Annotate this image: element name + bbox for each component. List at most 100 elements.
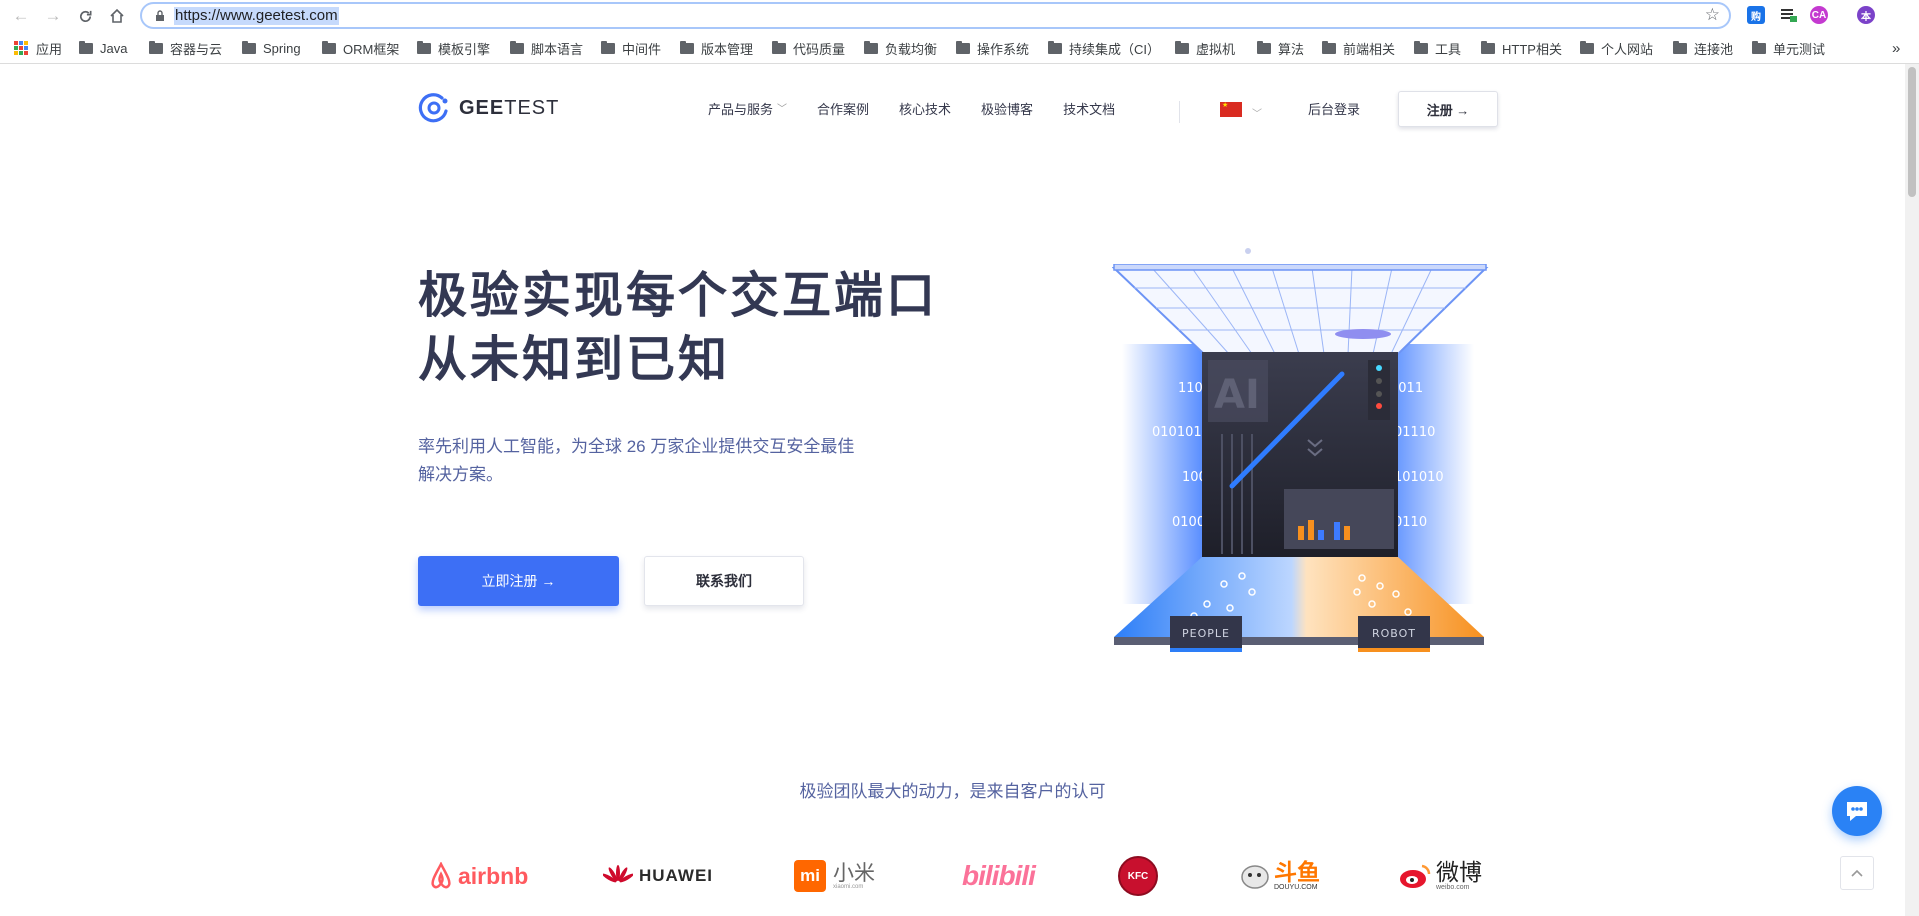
chevron-down-icon: ﹀ [777,104,788,115]
nav-products[interactable]: 产品与服务 ﹀ [708,100,787,120]
bookmarks-bar: 应用 Java 容器与云 Spring ORM框架 模板引擎 脚本语言 中间件 … [0,35,1919,61]
address-bar[interactable]: https://www.geetest.com ☆ [140,2,1731,29]
douyu-logo: 斗鱼 DOUYU.COM [1238,854,1320,898]
extension-list-icon[interactable] [1780,6,1798,24]
chevron-down-icon[interactable]: ﹀ [1252,105,1262,120]
folder-icon [956,40,970,54]
folder-icon [1322,40,1336,54]
register-button[interactable]: 注册 → [1398,91,1498,127]
bookmark-folder[interactable]: 操作系统 [956,39,1029,57]
folder-icon [510,40,524,54]
nav-cases[interactable]: 合作案例 [817,100,869,120]
nav-label: 产品与服务 [708,102,774,117]
bookmark-folder[interactable]: 前端相关 [1322,39,1395,57]
forward-icon[interactable]: → [42,5,64,27]
register-now-button[interactable]: 立即注册 → [418,556,619,606]
bookmark-folder[interactable]: ORM框架 [322,39,399,57]
folder-icon [772,40,786,54]
chevron-up-icon [1851,869,1863,877]
bookmark-folder[interactable]: 代码质量 [772,39,845,57]
bookmark-folder[interactable]: 虚拟机 [1175,39,1235,57]
bookmark-folder[interactable]: Spring [242,39,301,57]
bookmark-folder[interactable]: 脚本语言 [510,39,583,57]
nav-label: 极验博客 [981,102,1034,117]
bookmark-label: 前端相关 [1343,41,1396,57]
bookmark-label: 连接池 [1694,41,1734,57]
logo-wordmark: GEETEST [459,97,559,120]
chat-bubble-icon [1847,802,1867,821]
bookmark-folder[interactable]: 连接池 [1673,39,1733,57]
logo-bold-text: GEE [459,96,505,119]
bookmark-label: 算法 [1278,41,1305,57]
ceiling-edge [1113,264,1487,271]
geetest-logo[interactable]: GEETEST [418,92,559,124]
bookmark-folder[interactable]: 版本管理 [680,39,753,57]
folder-icon [1414,40,1428,54]
bookmark-folder[interactable]: 持续集成（CI） [1048,39,1160,57]
folder-icon [149,40,163,54]
binary-left-text: 0101010 [1152,425,1210,440]
folder-icon [601,40,615,54]
back-icon[interactable]: ← [10,5,32,27]
weibo-wordmark: 微博 [1436,859,1482,885]
nav-core-tech[interactable]: 核心技术 [899,100,951,120]
bookmarks-overflow-button[interactable]: » [1892,39,1900,57]
bookmark-folder[interactable]: 单元测试 [1752,39,1825,57]
home-icon[interactable] [106,5,128,27]
contact-us-button[interactable]: 联系我们 [644,556,804,606]
bookmark-label: 中间件 [622,41,662,57]
bookmark-folder[interactable]: 工具 [1414,39,1461,57]
chat-support-button[interactable] [1832,786,1882,836]
bookmark-folder[interactable]: Java [79,39,127,57]
bookmark-folder[interactable]: 容器与云 [149,39,222,57]
extension-shopping-icon[interactable]: 购 [1747,6,1765,24]
reload-icon[interactable] [74,5,96,27]
douyu-wordmark: 斗鱼 [1274,859,1320,885]
nav-docs[interactable]: 技术文档 [1063,100,1115,120]
bookmark-star-icon[interactable]: ☆ [1705,5,1720,25]
folder-icon [242,40,256,54]
china-flag-icon[interactable] [1220,101,1242,117]
folder-icon [1580,40,1594,54]
page-scrollbar[interactable] [1905,64,1919,916]
kfc-logo: KFC [1118,854,1158,898]
kfc-icon: KFC [1118,856,1158,896]
bookmark-folder[interactable]: 中间件 [601,39,661,57]
profile-avatar[interactable]: 本 [1857,6,1875,24]
folder-icon [79,40,93,54]
folder-icon [1175,40,1189,54]
admin-login-link[interactable]: 后台登录 [1308,100,1360,120]
weibo-domain: weibo.com [1436,884,1470,891]
scrollbar-thumb[interactable] [1908,67,1916,197]
hero-subtitle: 率先利用人工智能，为全球 26 万家企业提供交互安全最佳解决方案。 [418,437,855,484]
customer-logos: airbnb HUAWEI mi 小米 xiaomi.com bilibili … [418,854,1498,898]
lock-icon [156,10,164,21]
bookmark-folder[interactable]: 负载均衡 [864,39,937,57]
bookmark-label: Spring [263,40,301,56]
url-text[interactable]: https://www.geetest.com [174,7,339,25]
airbnb-icon [431,862,451,889]
nav-blog[interactable]: 极验博客 [981,100,1033,120]
airbnb-wordmark: airbnb [458,862,529,889]
bookmark-label: 模板引擎 [438,41,491,57]
geetest-logo-icon [418,93,448,123]
folder-icon [1752,40,1766,54]
extension-ca-icon[interactable]: CA [1810,6,1828,24]
bookmark-label: 容器与云 [170,41,223,57]
bookmark-label: 代码质量 [793,41,846,57]
hero-illustration: 1101 0101010 100 0100 1011 01110 101010 … [1112,264,1489,652]
browser-chrome: ← → https://www.geetest.com ☆ 购 CA 本 应用 … [0,0,1919,64]
customers-heading: 极验团队最大的动力，是来自客户的认可 [799,782,1106,801]
nav-label: 核心技术 [899,102,952,117]
bookmark-folder[interactable]: 算法 [1257,39,1304,57]
bookmark-folder[interactable]: 模板引擎 [417,39,490,57]
huawei-icon [603,865,633,883]
people-underline [1170,648,1242,652]
binary-right-text: 01110 [1394,425,1435,440]
nav-label: 合作案例 [817,102,870,117]
bookmark-apps[interactable]: 应用 [14,39,62,57]
bookmark-folder[interactable]: 个人网站 [1580,39,1653,57]
bookmark-folder[interactable]: HTTP相关 [1481,39,1562,57]
back-to-top-button[interactable] [1840,856,1874,890]
hero-title-line: 从未知到已知 [418,333,731,387]
